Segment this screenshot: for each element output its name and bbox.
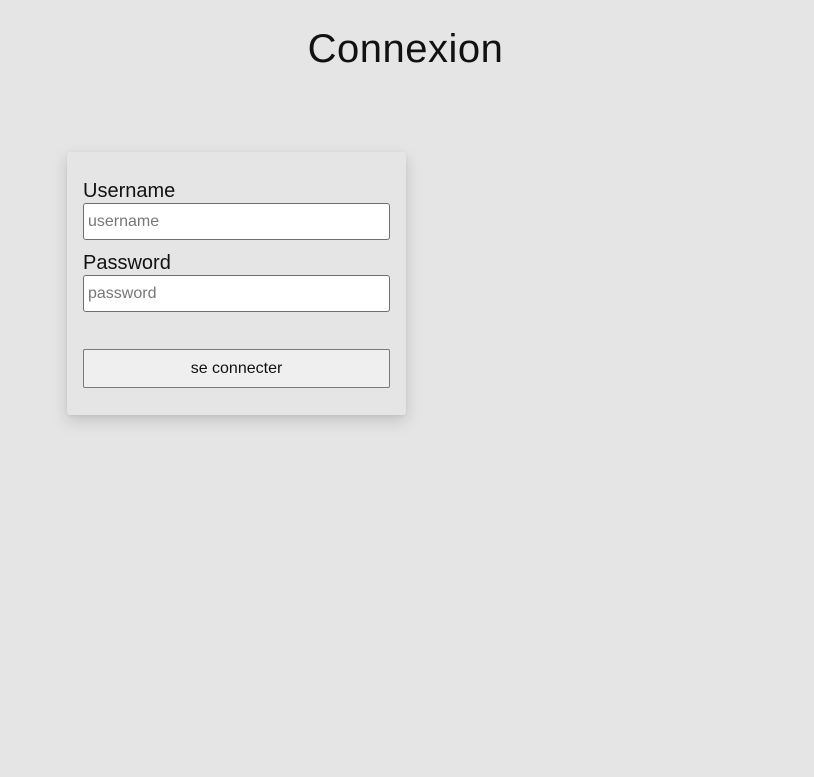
username-input[interactable] xyxy=(83,203,390,240)
password-label: Password xyxy=(83,252,171,274)
password-input[interactable] xyxy=(83,275,390,312)
login-page: Connexion Username Password se connecter xyxy=(0,0,814,777)
username-label: Username xyxy=(83,180,176,202)
page-title: Connexion xyxy=(307,27,504,71)
login-button[interactable]: se connecter xyxy=(83,349,390,388)
login-form: Username Password se connecter xyxy=(67,152,406,415)
